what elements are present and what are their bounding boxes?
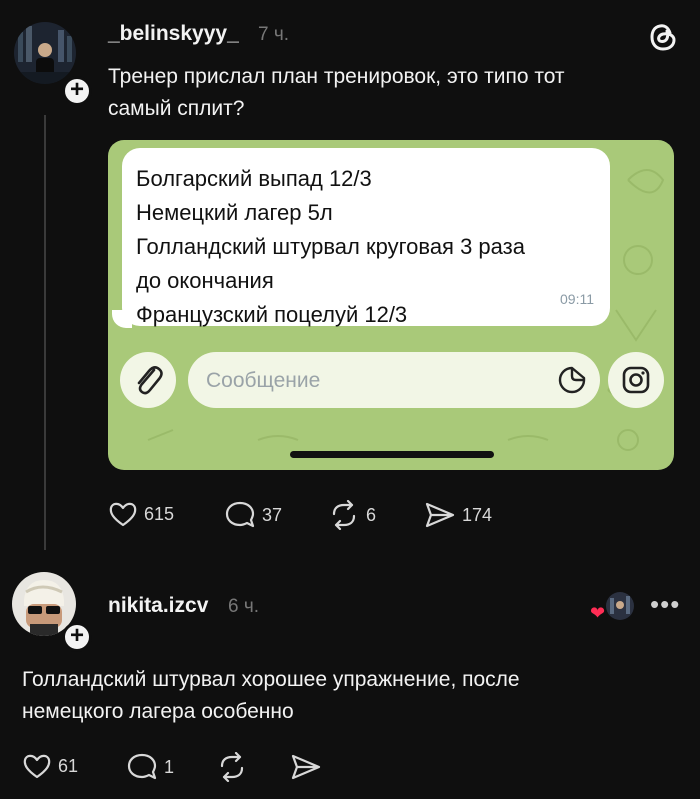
repost-icon [332,500,356,530]
share-button[interactable]: 174 [424,500,492,530]
reply-text-line: Голландский штурвал хорошее упражнение, … [22,668,520,691]
message-input[interactable]: Сообщение [188,352,600,408]
message-line: Голландский штурвал круговая 3 раза [136,234,525,259]
reply-comment-count: 1 [164,756,175,777]
sticker-icon[interactable] [556,364,588,396]
heart-icon [23,754,51,779]
reply-comment-button[interactable]: 1 [126,752,174,782]
repost-button[interactable]: 6 [328,500,376,530]
author-username[interactable]: _belinskyyy_ [108,22,239,46]
heart-icon [109,502,137,527]
repost-count: 6 [366,504,377,525]
message-line: Болгарский выпад 12/3 [136,166,372,191]
heart-icon: ❤ [590,603,606,623]
repost-icon [220,752,244,782]
reply-follow-plus-button[interactable]: + [62,622,92,652]
reply-text: Голландский штурвал хорошее упражнение, … [22,664,520,728]
post-text-line: самый сплит? [108,97,245,120]
plus-icon: + [69,622,84,649]
plus-icon: + [69,76,84,103]
comment-button[interactable]: 37 [224,500,282,530]
post-text: Тренер прислал план тренировок, это типо… [108,61,565,125]
threads-icon[interactable] [646,20,680,54]
comment-icon [127,753,157,780]
post-time: 7 ч. [258,24,290,45]
send-icon [425,502,455,528]
send-icon [291,754,321,780]
comment-count: 37 [262,504,283,525]
more-icon[interactable]: ••• [650,591,680,617]
message-placeholder: Сообщение [206,369,321,392]
home-indicator [290,451,494,458]
message-line: Французский поцелуй 12/3 [136,302,408,327]
instagram-icon [622,366,650,394]
instagram-button[interactable] [608,352,664,408]
reply-username[interactable]: nikita.izcv [108,594,208,618]
message-line: до окончания [136,268,274,293]
reply-like-count: 61 [58,755,79,776]
reply-share-button[interactable] [290,752,322,782]
like-count: 615 [144,503,175,524]
share-count: 174 [462,504,493,525]
reply-text-line: немецкого лагера особенно [22,700,294,723]
follow-plus-button[interactable]: + [62,76,92,106]
message-time: 09:11 [560,291,594,307]
like-button[interactable]: 615 [108,500,174,528]
author-avatar[interactable] [14,22,76,84]
paperclip-icon [137,366,163,395]
reply-repost-button[interactable] [216,752,248,782]
post-image[interactable]: Болгарский выпад 12/3 Немецкий лагер 5л … [108,140,674,470]
attach-button[interactable] [120,352,176,408]
reply-time: 6 ч. [228,596,260,617]
reply-like-button[interactable]: 61 [22,752,78,780]
comment-icon [225,501,255,528]
thread-line [44,115,46,550]
message-line: Немецкий лагер 5л [136,200,333,225]
post-text-line: Тренер прислал план тренировок, это типо… [108,65,565,88]
liked-by-author-avatar [606,592,634,620]
message-bubble: Болгарский выпад 12/3 Немецкий лагер 5л … [122,148,610,327]
